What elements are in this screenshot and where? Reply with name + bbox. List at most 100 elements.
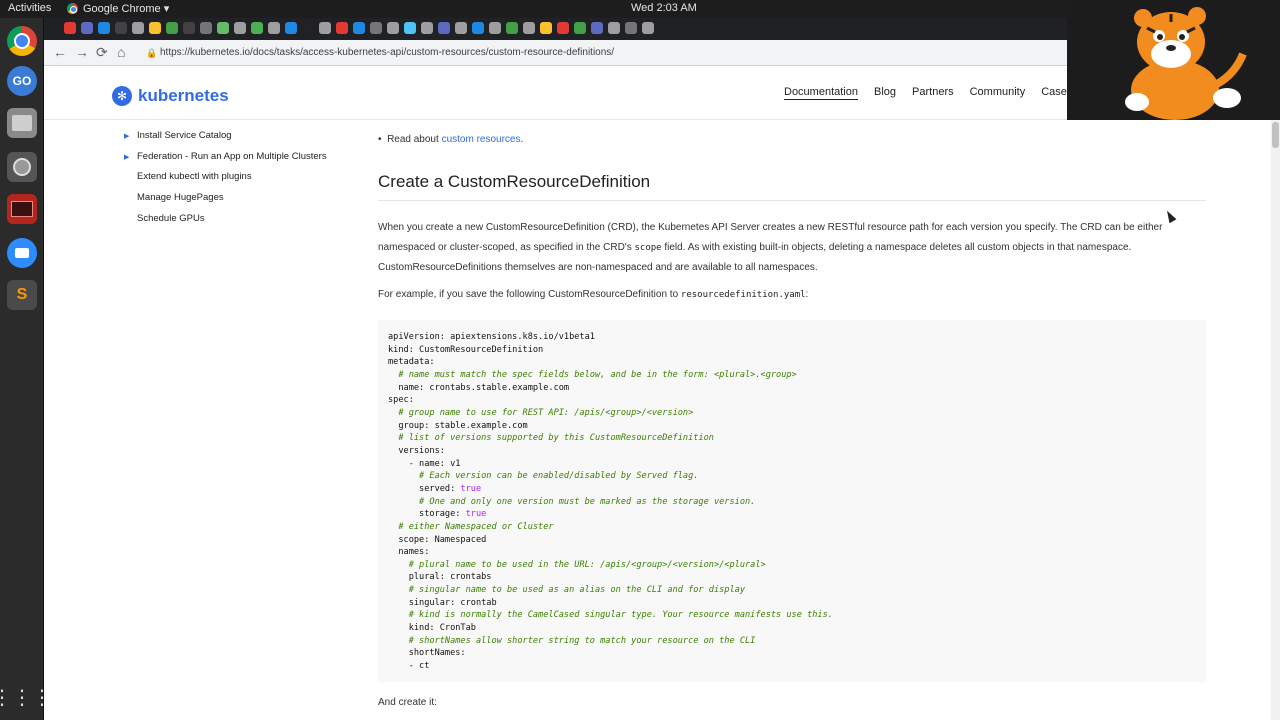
- tab-favicon-icon[interactable]: [81, 22, 93, 34]
- chrome-icon: [67, 3, 78, 14]
- code-keyword: true: [465, 509, 487, 520]
- tab-favicon-icon[interactable]: [421, 22, 433, 34]
- terminal-icon[interactable]: [7, 194, 37, 224]
- tab-favicon-icon[interactable]: [591, 22, 603, 34]
- lock-icon: 🔒: [146, 48, 158, 58]
- sidebar-item-extend-kubectl[interactable]: Extend kubectl with plugins: [137, 171, 252, 182]
- sidebar-item-manage-hugepages[interactable]: Manage HugePages: [137, 192, 224, 203]
- tab-favicon-icon[interactable]: [574, 22, 586, 34]
- code-line: # shortNames allow shorter string to mat…: [388, 635, 756, 646]
- expand-triangle-icon[interactable]: ▶: [124, 132, 137, 140]
- reload-icon[interactable]: ⟳: [96, 44, 108, 60]
- tab-favicon-icon[interactable]: [387, 22, 399, 34]
- sublime-text-icon[interactable]: S: [7, 280, 37, 310]
- sidebar-item-federation[interactable]: ▶ Federation - Run an App on Multiple Clu…: [124, 151, 327, 162]
- bullet-read-about: • Read about custom resources.: [378, 134, 524, 145]
- tab-favicon-icon[interactable]: [404, 22, 416, 34]
- tab-favicon-icon[interactable]: [149, 22, 161, 34]
- nav-blog[interactable]: Blog: [874, 86, 896, 100]
- activities-button[interactable]: Activities: [8, 2, 51, 14]
- code-line: - name: v1: [388, 458, 461, 469]
- tab-favicon-icon[interactable]: [608, 22, 620, 34]
- code-line: # either Namespaced or Cluster: [388, 521, 554, 532]
- nav-documentation[interactable]: Documentation: [784, 86, 858, 100]
- docs-sidebar: ▶ Install Service Catalog ▶ Federation - R…: [44, 120, 354, 720]
- sidebar-item-schedule-gpus[interactable]: Schedule GPUs: [137, 213, 205, 224]
- url-text: https://kubernetes.io/docs/tasks/access-…: [160, 47, 615, 58]
- yaml-code: apiVersion: apiextensions.k8s.io/v1beta1…: [388, 331, 833, 673]
- tab-favicon-icon[interactable]: [557, 22, 569, 34]
- tab-favicon-icon[interactable]: [438, 22, 450, 34]
- code-line: - ct: [388, 661, 430, 672]
- code-line: plural: crontabs: [388, 572, 492, 583]
- tab-favicon-icon[interactable]: [523, 22, 535, 34]
- clock[interactable]: Wed 2:03 AM: [631, 2, 697, 14]
- tab-favicon-icon[interactable]: [489, 22, 501, 34]
- code-line: # kind is normally the CamelCased singul…: [388, 610, 833, 621]
- camera-icon[interactable]: [7, 152, 37, 182]
- back-icon[interactable]: ←: [53, 44, 67, 60]
- zoom-icon[interactable]: [7, 238, 37, 268]
- tab-favicon-icon[interactable]: [302, 22, 314, 34]
- tab-favicon-icon[interactable]: [217, 22, 229, 34]
- code-line: kind: CustomResourceDefinition: [388, 344, 544, 355]
- grid-icon[interactable]: ⋮⋮⋮: [0, 682, 52, 712]
- webcam-overlay: [1067, 0, 1280, 120]
- tab-favicon-icon[interactable]: [200, 22, 212, 34]
- tab-favicon-icon[interactable]: [540, 22, 552, 34]
- tab-favicon-icon[interactable]: [115, 22, 127, 34]
- tab-strip: [44, 18, 1067, 40]
- tab-favicon-icon[interactable]: [370, 22, 382, 34]
- nav-community[interactable]: Community: [970, 86, 1026, 100]
- bullet-dot: •: [378, 134, 388, 145]
- tab-favicon-icon[interactable]: [472, 22, 484, 34]
- intro-paragraph: When you create a new CustomResourceDefi…: [378, 222, 1163, 273]
- files-icon[interactable]: [7, 108, 37, 138]
- site-header: ✻ kubernetes Documentation Blog Partners…: [44, 66, 1107, 120]
- goland-icon[interactable]: GO: [7, 66, 37, 96]
- page-scrollbar[interactable]: [1271, 120, 1280, 720]
- scrollbar-thumb[interactable]: [1272, 122, 1279, 148]
- tab-favicon-icon[interactable]: [268, 22, 280, 34]
- tab-favicon-icon[interactable]: [132, 22, 144, 34]
- code-line: names:: [388, 547, 430, 558]
- site-logo-text[interactable]: kubernetes: [138, 86, 229, 106]
- code-line: # One and only one version must be marke…: [388, 496, 756, 507]
- code-line: apiVersion: apiextensions.k8s.io/v1beta1: [388, 332, 595, 342]
- expand-triangle-icon[interactable]: ▶: [124, 153, 137, 161]
- tab-favicon-icon[interactable]: [166, 22, 178, 34]
- home-icon[interactable]: ⌂: [117, 44, 125, 60]
- code-line: # Each version can be enabled/disabled b…: [388, 471, 699, 482]
- code-line: storage: true: [388, 509, 487, 520]
- app-menu[interactable]: Google Chrome ▾: [67, 2, 169, 15]
- app-menu-label: Google Chrome ▾: [83, 3, 170, 15]
- tab-favicon-icon[interactable]: [285, 22, 297, 34]
- tab-favicon-icon[interactable]: [98, 22, 110, 34]
- code-line: kind: CronTab: [388, 623, 476, 634]
- tab-favicon-icon[interactable]: [642, 22, 654, 34]
- tab-favicon-icon[interactable]: [336, 22, 348, 34]
- tab-favicon-icon[interactable]: [319, 22, 331, 34]
- chrome-icon[interactable]: [7, 26, 37, 56]
- tab-favicon-icon[interactable]: [625, 22, 637, 34]
- sidebar-item-install-service-catalog[interactable]: ▶ Install Service Catalog: [124, 130, 232, 141]
- tab-favicon-icon[interactable]: [506, 22, 518, 34]
- code-line: singular: crontab: [388, 597, 497, 608]
- tab-favicons: [64, 22, 654, 34]
- tab-favicon-icon[interactable]: [183, 22, 195, 34]
- tab-favicon-icon[interactable]: [455, 22, 467, 34]
- tab-favicon-icon[interactable]: [251, 22, 263, 34]
- forward-icon[interactable]: →: [75, 44, 89, 60]
- code-line: spec:: [388, 395, 414, 406]
- nav-partners[interactable]: Partners: [912, 86, 954, 100]
- code-line: # name must match the spec fields below,…: [388, 369, 797, 380]
- custom-resources-link[interactable]: custom resources: [442, 134, 521, 145]
- tab-favicon-icon[interactable]: [234, 22, 246, 34]
- tab-favicon-icon[interactable]: [64, 22, 76, 34]
- tab-favicon-icon[interactable]: [353, 22, 365, 34]
- url-bar[interactable]: 🔒 https://kubernetes.io/docs/tasks/acces…: [140, 43, 1060, 63]
- kubernetes-logo-icon[interactable]: ✻: [112, 86, 132, 106]
- code-block[interactable]: apiVersion: apiextensions.k8s.io/v1beta1…: [378, 320, 1206, 682]
- dock: GO S ⋮⋮⋮: [0, 18, 52, 720]
- scope-code: scope: [634, 243, 662, 253]
